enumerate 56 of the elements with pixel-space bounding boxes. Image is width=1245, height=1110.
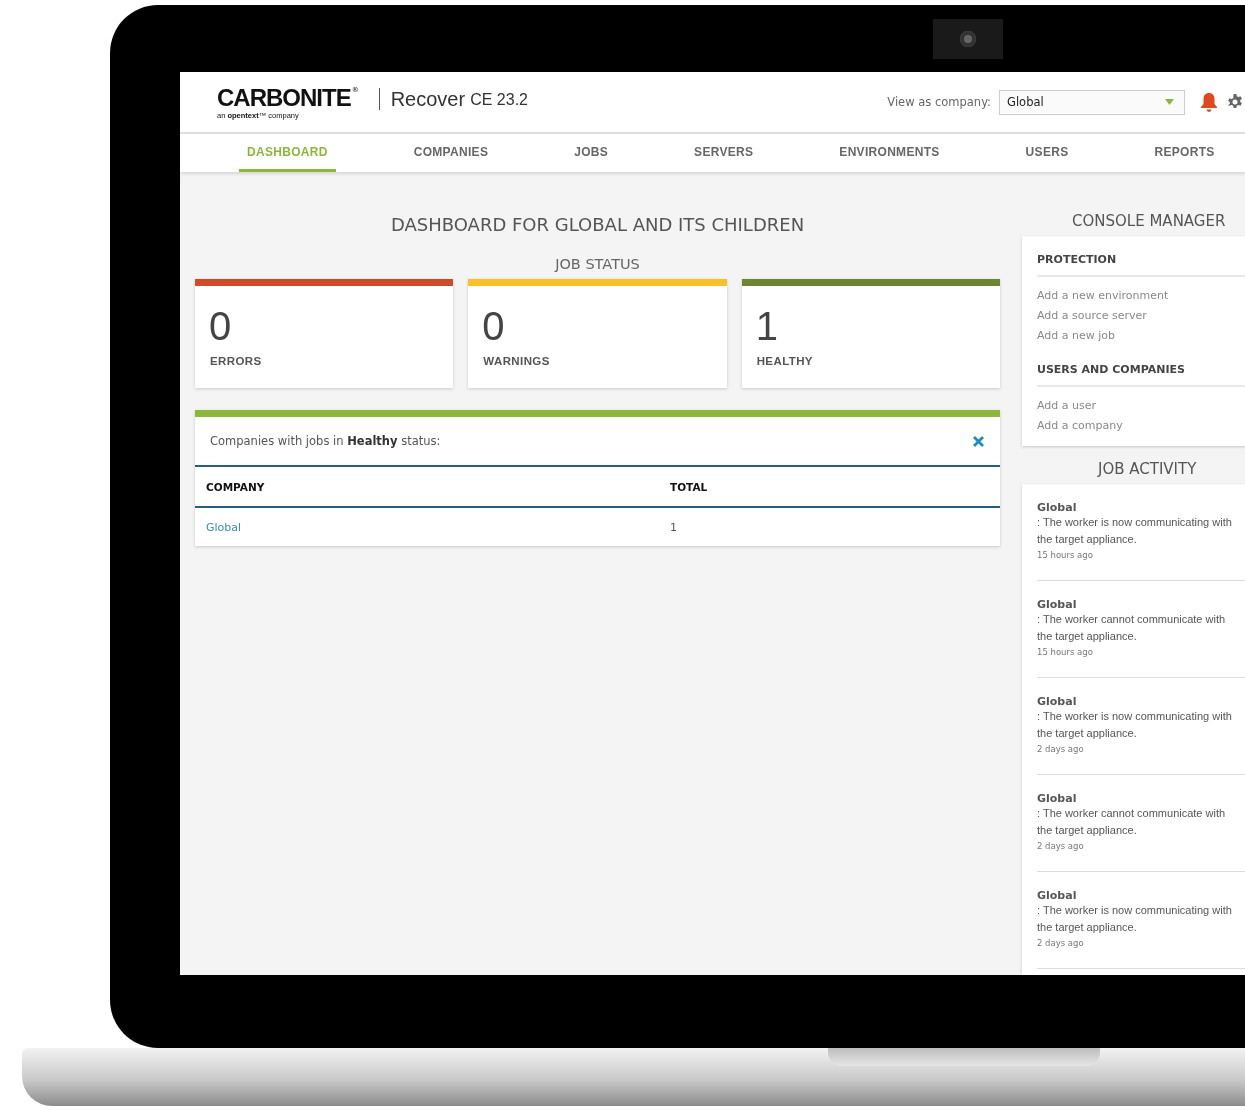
table-cell-text: 1 bbox=[670, 520, 678, 534]
activity-time: 2 days ago bbox=[1037, 744, 1085, 754]
activity-time: 15 hours ago bbox=[1037, 647, 1094, 657]
action-link[interactable]: Add a source server bbox=[1037, 306, 1245, 326]
section-title: JOB STATUS bbox=[553, 256, 641, 272]
status-count: 1 bbox=[754, 304, 779, 348]
activity-company: Global bbox=[1037, 792, 1078, 805]
status-label: ERRORS bbox=[209, 355, 263, 367]
product-name: Recover bbox=[390, 87, 466, 111]
activity-time: 2 days ago bbox=[1037, 938, 1085, 948]
status-card[interactable]: 0 ERRORS bbox=[195, 279, 454, 388]
nav-tab[interactable]: ENVIRONMENTS bbox=[831, 134, 948, 172]
column-header: TOTAL bbox=[670, 480, 709, 493]
action-link[interactable]: Add a new environment bbox=[1037, 286, 1245, 306]
activity-message: : The worker is now communicating with the target appliance. bbox=[1037, 903, 1233, 935]
action-link[interactable]: Add a company bbox=[1037, 416, 1245, 436]
section-title: CONSOLE MANAGER bbox=[1071, 212, 1227, 230]
panel-message: Companies with jobs in Healthy status: bbox=[210, 434, 441, 448]
activity-message: : The worker is now communicating with the target appliance. bbox=[1037, 515, 1233, 547]
section-heading: PROTECTION bbox=[1037, 236, 1245, 277]
bell-icon[interactable] bbox=[1200, 92, 1218, 112]
settings-icon[interactable] bbox=[1227, 94, 1243, 110]
company-link[interactable]: Global bbox=[206, 520, 670, 534]
status-card[interactable]: 0 WARNINGS bbox=[468, 279, 727, 388]
activity-message: : The worker is now communicating with the target appliance. bbox=[1037, 709, 1233, 741]
status-label: WARNINGS bbox=[482, 355, 551, 367]
section-heading: USERS AND COMPANIES bbox=[1037, 346, 1245, 387]
camera-icon bbox=[933, 19, 1003, 59]
section-title: JOB ACTIVITY bbox=[1096, 460, 1198, 478]
dashboard-title: DASHBOARD FOR GLOBAL AND ITS CHILDREN bbox=[389, 214, 806, 235]
column-header: COMPANY bbox=[206, 480, 266, 493]
activity-time: 15 hours ago bbox=[1037, 550, 1094, 560]
action-link[interactable]: Add a user bbox=[1037, 396, 1245, 416]
nav-tab[interactable]: COMPANIES bbox=[405, 134, 497, 172]
activity-message: : The worker cannot communicate with the target appliance. bbox=[1037, 806, 1227, 838]
company-label: View as company: bbox=[887, 95, 991, 109]
caret-icon bbox=[1165, 99, 1174, 105]
action-link[interactable]: Add a new job bbox=[1037, 326, 1245, 346]
status-count: 0 bbox=[481, 304, 506, 348]
activity-company: Global bbox=[1037, 889, 1078, 902]
nav-tab[interactable]: JOBS bbox=[566, 134, 617, 172]
status-card[interactable]: 1 HEALTHY bbox=[741, 279, 1000, 388]
logo-wordmark: CARBONITE bbox=[217, 86, 351, 110]
activity-time: 2 days ago bbox=[1037, 841, 1085, 851]
activity-message: : The worker cannot communicate with the target appliance. bbox=[1037, 612, 1227, 644]
nav-tab[interactable]: REPORTS bbox=[1146, 134, 1223, 172]
nav-tab[interactable]: SERVERS bbox=[686, 134, 762, 172]
company-select[interactable]: Global bbox=[999, 89, 1185, 115]
nav-tab[interactable]: USERS bbox=[1017, 134, 1077, 172]
activity-company: Global bbox=[1037, 695, 1078, 708]
activity-company: Global bbox=[1037, 501, 1078, 514]
product-version: CE 23.2 bbox=[470, 90, 528, 109]
activity-company: Global bbox=[1037, 598, 1078, 611]
status-label: HEALTHY bbox=[755, 355, 814, 367]
status-count: 0 bbox=[208, 304, 233, 348]
close-icon[interactable] bbox=[973, 435, 984, 447]
